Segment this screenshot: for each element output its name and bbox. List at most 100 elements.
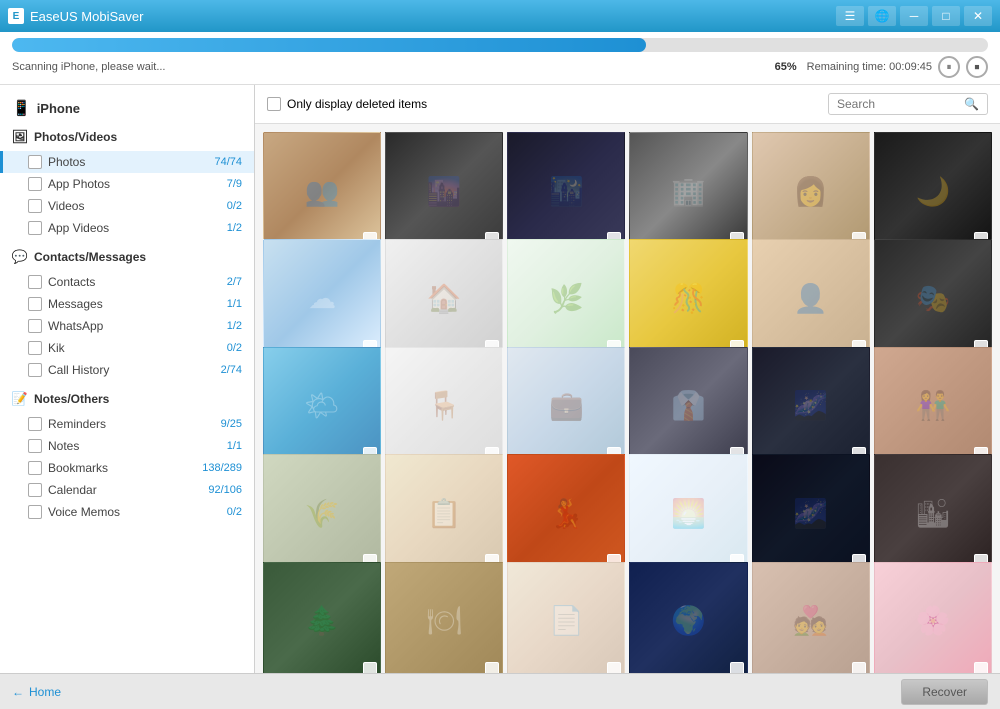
- photo-check[interactable]: [363, 662, 377, 673]
- close-button[interactable]: ✕: [964, 6, 992, 26]
- sidebar-item-calendar[interactable]: Calendar 92/106: [0, 479, 254, 501]
- sidebar-item-app-videos[interactable]: App Videos 1/2: [0, 217, 254, 239]
- photo-overlay: 👔: [630, 348, 746, 464]
- sidebar-section-photos-videos: 🖼 Photos/Videos Photos 74/74 App Photos …: [0, 123, 254, 239]
- calendar-check[interactable]: [28, 483, 42, 497]
- photo-cell[interactable]: 📄: [507, 562, 625, 673]
- photo-cell[interactable]: 👔: [629, 347, 747, 465]
- photo-cell[interactable]: 🌿: [507, 239, 625, 357]
- messages-check[interactable]: [28, 297, 42, 311]
- photo-cell[interactable]: 🎊: [629, 239, 747, 357]
- videos-check[interactable]: [28, 199, 42, 213]
- section-header-contacts-messages[interactable]: 💬 Contacts/Messages: [0, 243, 254, 271]
- minimize-button[interactable]: ─: [900, 6, 928, 26]
- sidebar-item-notes[interactable]: Notes 1/1: [0, 435, 254, 457]
- photo-cell[interactable]: 🌌: [752, 454, 870, 572]
- progress-right: 65% Remaining time: 00:09:45 ⏸ ⏹: [775, 56, 988, 78]
- sidebar-item-kik[interactable]: Kik 0/2: [0, 337, 254, 359]
- voice-memos-check[interactable]: [28, 505, 42, 519]
- recover-button[interactable]: Recover: [901, 679, 988, 705]
- sidebar-item-messages[interactable]: Messages 1/1: [0, 293, 254, 315]
- main-layout: 📱 iPhone 🖼 Photos/Videos Photos 74/74 Ap…: [0, 85, 1000, 673]
- sidebar-item-videos[interactable]: Videos 0/2: [0, 195, 254, 217]
- photo-cell[interactable]: 🪑: [385, 347, 503, 465]
- app-videos-check[interactable]: [28, 221, 42, 235]
- photo-cell[interactable]: 👩: [752, 132, 870, 250]
- reminders-check[interactable]: [28, 417, 42, 431]
- photo-check[interactable]: [974, 662, 988, 673]
- photo-check[interactable]: [852, 662, 866, 673]
- titlebar: E EaseUS MobiSaver ☰ 🌐 ─ □ ✕: [0, 0, 1000, 32]
- sidebar-item-photos[interactable]: Photos 74/74: [0, 151, 254, 173]
- home-label: Home: [29, 685, 61, 699]
- sidebar-item-whatsapp[interactable]: WhatsApp 1/2: [0, 315, 254, 337]
- photo-cell[interactable]: 🌃: [507, 132, 625, 250]
- menu-button[interactable]: ☰: [836, 6, 864, 26]
- whatsapp-check[interactable]: [28, 319, 42, 333]
- sidebar-item-voice-memos[interactable]: Voice Memos 0/2: [0, 501, 254, 523]
- kik-check[interactable]: [28, 341, 42, 355]
- photo-check[interactable]: [730, 662, 744, 673]
- photo-cell[interactable]: 🌌: [752, 347, 870, 465]
- titlebar-left: E EaseUS MobiSaver: [8, 8, 143, 24]
- photos-check[interactable]: [28, 155, 42, 169]
- photo-check[interactable]: [607, 662, 621, 673]
- call-history-check[interactable]: [28, 363, 42, 377]
- progress-bar-fill: [12, 38, 646, 52]
- deleted-filter-check[interactable]: [267, 97, 281, 111]
- photo-cell[interactable]: 💑: [752, 562, 870, 673]
- sidebar-section-notes-others: 📝 Notes/Others Reminders 9/25 Notes 1/1 …: [0, 385, 254, 523]
- deleted-filter[interactable]: Only display deleted items: [267, 97, 427, 111]
- sidebar-item-app-photos[interactable]: App Photos 7/9: [0, 173, 254, 195]
- stop-button[interactable]: ⏹: [966, 56, 988, 78]
- photo-overlay: 👤: [753, 240, 869, 356]
- photo-overlay: 🍽: [386, 563, 502, 673]
- search-input[interactable]: [837, 97, 960, 111]
- photo-cell[interactable]: 👤: [752, 239, 870, 357]
- sidebar-item-call-history[interactable]: Call History 2/74: [0, 359, 254, 381]
- maximize-button[interactable]: □: [932, 6, 960, 26]
- photo-cell[interactable]: 🍽: [385, 562, 503, 673]
- photo-cell[interactable]: 🌍: [629, 562, 747, 673]
- photo-cell[interactable]: 🌤: [263, 347, 381, 465]
- photo-cell[interactable]: 🌾: [263, 454, 381, 572]
- photo-check[interactable]: [485, 662, 499, 673]
- photo-cell[interactable]: 🌙: [874, 132, 992, 250]
- photo-cell[interactable]: 💼: [507, 347, 625, 465]
- photo-overlay: 🌌: [753, 348, 869, 464]
- bookmarks-check[interactable]: [28, 461, 42, 475]
- photo-cell[interactable]: ☁: [263, 239, 381, 357]
- photo-overlay: 🏢: [630, 133, 746, 249]
- content-toolbar: Only display deleted items 🔍: [255, 85, 1000, 124]
- photo-cell[interactable]: 🌆: [385, 132, 503, 250]
- sidebar-item-contacts[interactable]: Contacts 2/7: [0, 271, 254, 293]
- sidebar-item-reminders[interactable]: Reminders 9/25: [0, 413, 254, 435]
- section-header-notes-others[interactable]: 📝 Notes/Others: [0, 385, 254, 413]
- app-photos-check[interactable]: [28, 177, 42, 191]
- progress-info: Scanning iPhone, please wait... 65% Rema…: [12, 56, 988, 78]
- globe-button[interactable]: 🌐: [868, 6, 896, 26]
- photo-cell[interactable]: 🌅: [629, 454, 747, 572]
- photo-cell[interactable]: 🌸: [874, 562, 992, 673]
- search-box[interactable]: 🔍: [828, 93, 988, 115]
- home-button[interactable]: ← Home: [12, 685, 61, 699]
- photo-cell[interactable]: 🏠: [385, 239, 503, 357]
- photo-cell[interactable]: 🏙: [874, 454, 992, 572]
- pause-button[interactable]: ⏸: [938, 56, 960, 78]
- contacts-check[interactable]: [28, 275, 42, 289]
- photo-cell[interactable]: 👥: [263, 132, 381, 250]
- photo-cell[interactable]: 🏢: [629, 132, 747, 250]
- notes-check[interactable]: [28, 439, 42, 453]
- section-header-photos-videos[interactable]: 🖼 Photos/Videos: [0, 123, 254, 151]
- photo-cell[interactable]: 📋: [385, 454, 503, 572]
- photo-cell[interactable]: 🌲: [263, 562, 381, 673]
- contacts-messages-icon: 💬: [12, 249, 28, 265]
- photo-grid: 👥🌆🌃🏢👩🌙 ☁🏠🌿🎊👤🎭 🌤🪑💼👔🌌👫 🌾📋💃🌅🌌🏙 🌲🍽📄🌍💑🌸: [255, 124, 1000, 673]
- photo-overlay: 👩: [753, 133, 869, 249]
- progress-percentage: 65%: [775, 61, 797, 73]
- photo-cell[interactable]: 👫: [874, 347, 992, 465]
- remaining-text: Remaining time: 00:09:45: [807, 61, 932, 73]
- sidebar-item-bookmarks[interactable]: Bookmarks 138/289: [0, 457, 254, 479]
- photo-cell[interactable]: 💃: [507, 454, 625, 572]
- photo-cell[interactable]: 🎭: [874, 239, 992, 357]
